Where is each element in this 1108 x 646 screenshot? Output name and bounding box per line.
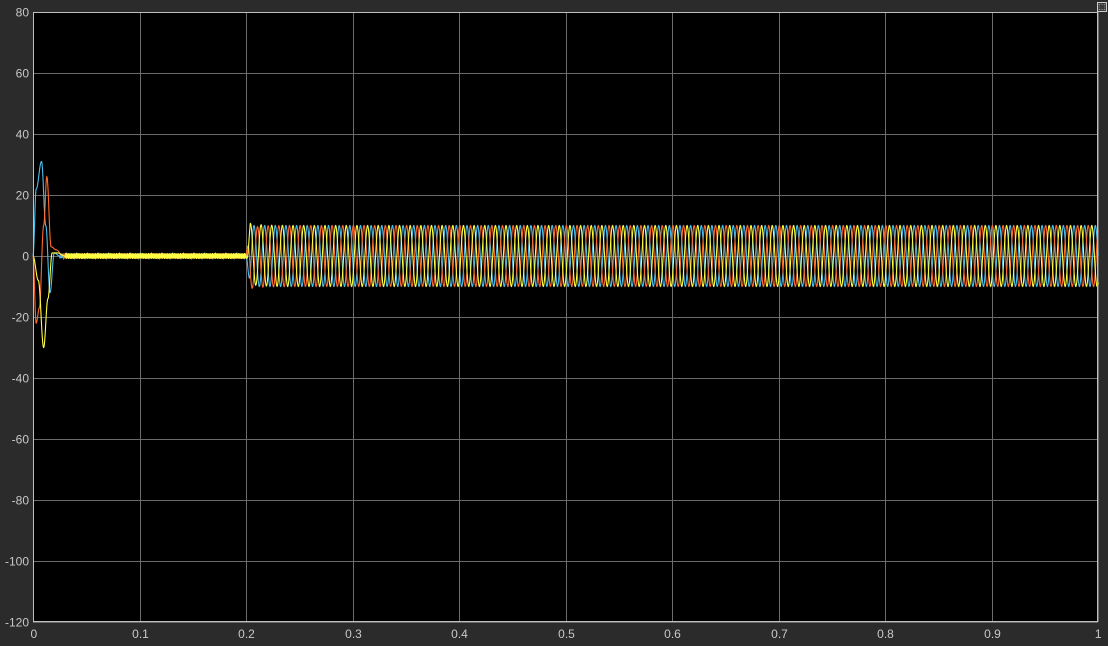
y-tick-label: -80 [12, 494, 30, 508]
y-tick-label: -20 [12, 311, 30, 325]
x-tick-label: 0.9 [984, 627, 1001, 641]
x-tick-label: 0.8 [877, 627, 894, 641]
x-tick-label: 1 [1095, 627, 1102, 641]
y-tick-label: -40 [12, 372, 30, 386]
x-tick-label: 0.1 [132, 627, 149, 641]
scope-plot[interactable]: 0 0.1 0.2 0.3 0.4 0.5 0.6 0.7 0.8 0.9 1 806040200-… [0, 0, 1108, 646]
x-tick-label: 0.2 [238, 627, 255, 641]
y-tick-label: 60 [16, 67, 30, 81]
restore-axes-icon[interactable]: ⬚ [1097, 2, 1107, 12]
x-tick-label: 0 [31, 627, 38, 641]
x-tick-label: 0.3 [345, 627, 362, 641]
x-tick-label: 0.5 [558, 627, 575, 641]
x-tick-label: 0.6 [664, 627, 681, 641]
y-tick-label: -60 [12, 433, 30, 447]
y-tick-label: 0 [22, 250, 29, 264]
y-tick-label: 20 [16, 189, 30, 203]
x-tick-label: 0.7 [771, 627, 788, 641]
y-tick-label: -120 [5, 616, 29, 630]
y-tick-label: 40 [16, 128, 30, 142]
x-tick-label: 0.4 [451, 627, 468, 641]
y-tick-label: 80 [16, 6, 30, 20]
y-tick-label: -100 [5, 555, 29, 569]
